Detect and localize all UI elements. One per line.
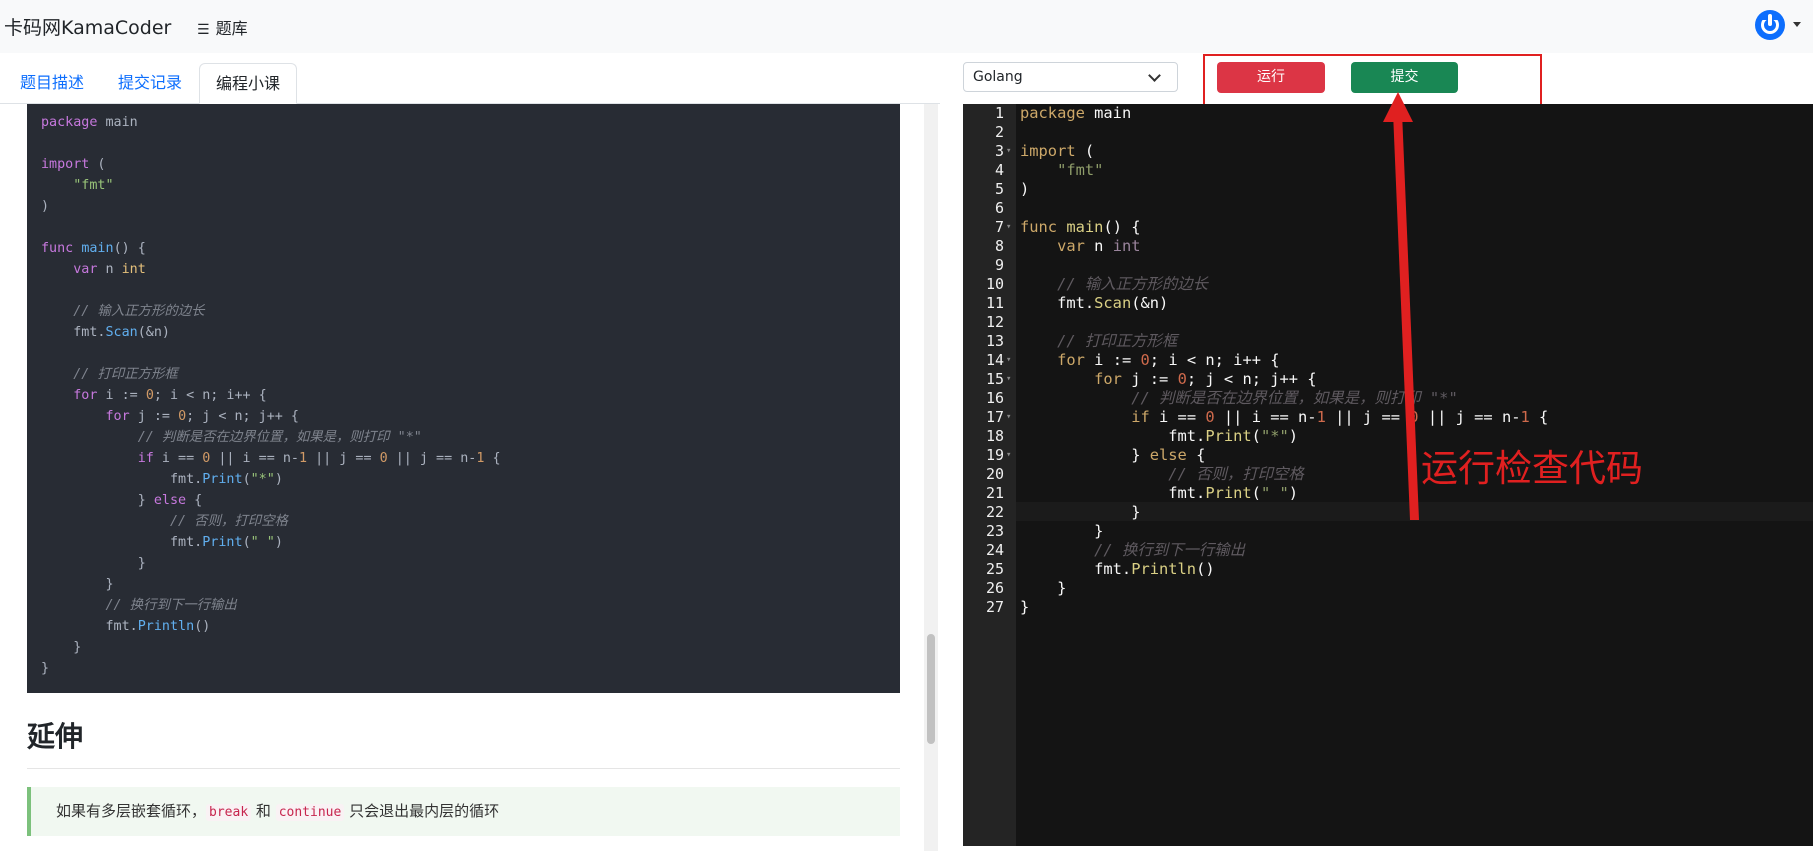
tutorial-code-block: package main import ( "fmt" ) func main(… xyxy=(27,104,900,693)
code-editor[interactable]: 1 2 3 4 5 6 7 8 9 10 11 12 13 14 15 16 1… xyxy=(963,104,1813,846)
brand-logo[interactable]: 卡码网KamaCoder xyxy=(4,13,171,40)
tab-submissions[interactable]: 提交记录 xyxy=(102,63,198,103)
top-navbar: 卡码网KamaCoder ☰ 题库 xyxy=(0,0,1813,53)
heading-divider xyxy=(27,768,900,769)
section-heading-extend: 延伸 xyxy=(27,720,84,753)
hamburger-icon: ☰ xyxy=(197,22,210,38)
language-select[interactable]: Golang xyxy=(963,62,1178,92)
avatar-bar xyxy=(1768,14,1772,26)
tip-callout: 如果有多层嵌套循环， break 和 continue 只会退出最内层的循环 xyxy=(27,787,900,836)
nav-menu-label: 题库 xyxy=(215,19,248,38)
line-numbers: 1 2 3 4 5 6 7 8 9 10 11 12 13 14 15 16 1… xyxy=(985,104,1004,616)
tab-mini-course[interactable]: 编程小课 xyxy=(199,63,298,104)
tab-bar: 题目描述 提交记录 编程小课 xyxy=(0,63,940,104)
user-avatar-icon[interactable] xyxy=(1755,10,1785,40)
tip-text-prefix: 如果有多层嵌套循环， xyxy=(56,802,207,820)
tip-text-mid: 和 xyxy=(251,802,276,820)
scrollbar-thumb[interactable] xyxy=(927,634,935,744)
run-button[interactable]: 运行 xyxy=(1217,62,1325,93)
tip-code-break: break xyxy=(206,804,252,821)
tip-code-continue: continue xyxy=(275,804,345,821)
submit-button[interactable]: 提交 xyxy=(1351,62,1458,93)
tab-description[interactable]: 题目描述 xyxy=(4,63,100,103)
fold-markers[interactable]: ▾ ▾ ▾ ▾ ▾ ▾ xyxy=(1006,104,1011,617)
tip-text-suffix: 只会退出最内层的循环 xyxy=(344,802,500,820)
annotation-label: 运行检查代码 xyxy=(1421,447,1643,490)
tutorial-code-text: package main import ( "fmt" ) func main(… xyxy=(41,115,501,676)
left-panel-scrollbar[interactable] xyxy=(924,104,938,851)
editor-code-text[interactable]: package main import ( "fmt" ) func main(… xyxy=(1020,104,1548,617)
nav-menu-problems[interactable]: ☰ 题库 xyxy=(197,15,248,39)
caret-down-icon[interactable] xyxy=(1793,22,1801,27)
